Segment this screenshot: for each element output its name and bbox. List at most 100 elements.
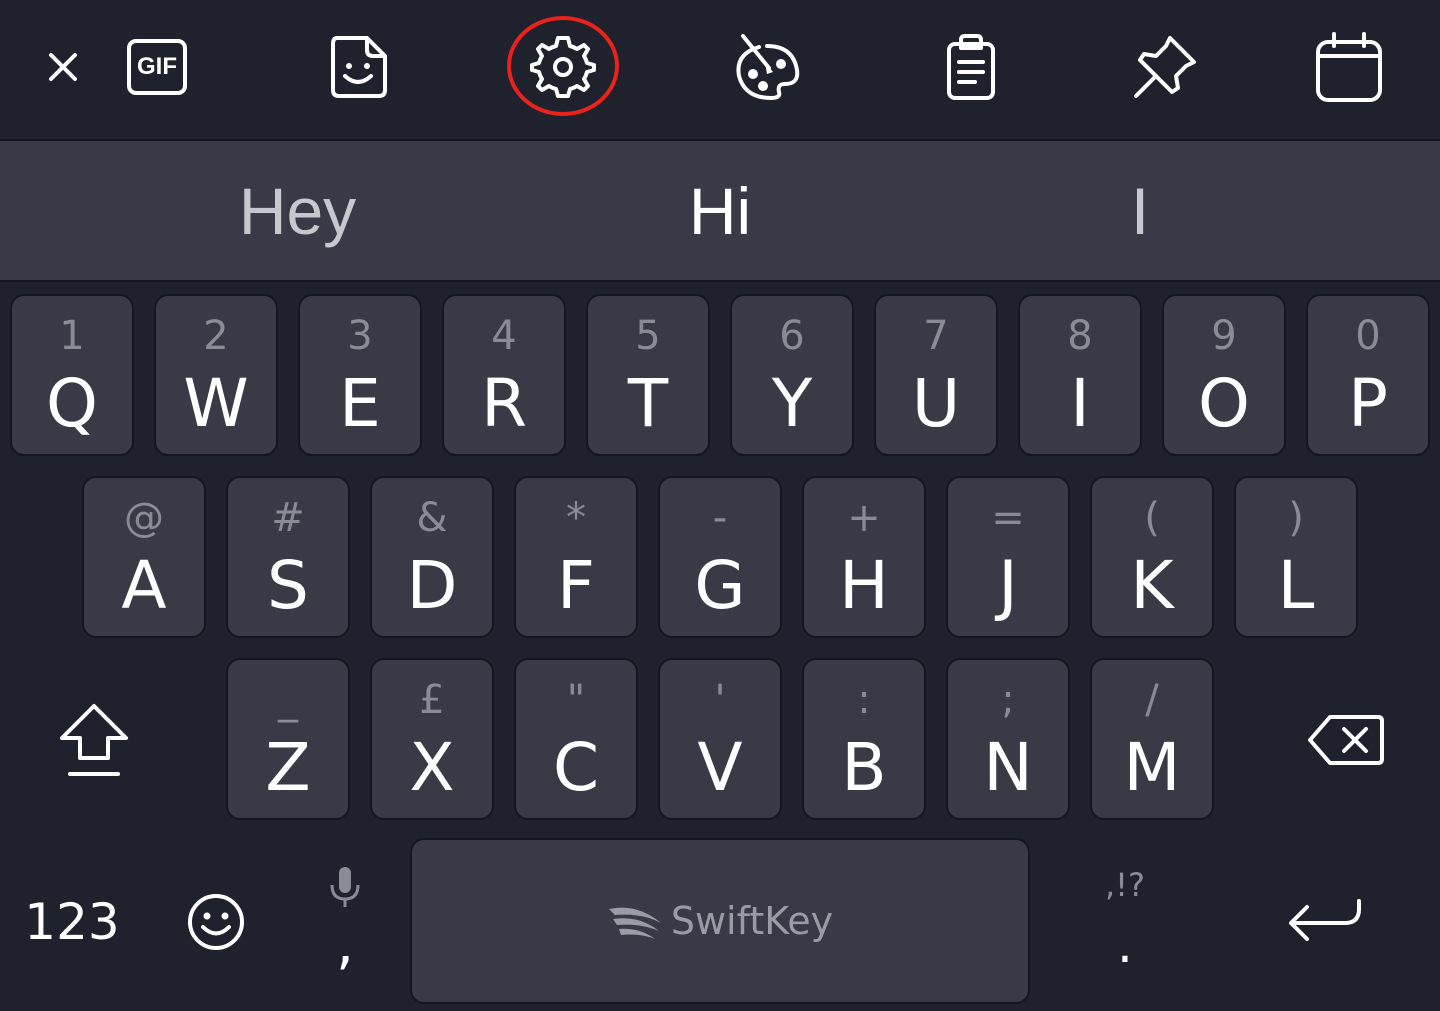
- key-hint: 2: [203, 313, 229, 359]
- key-hint: ": [566, 677, 586, 723]
- numbers-key[interactable]: 123: [10, 860, 134, 984]
- pin-icon: [1134, 36, 1196, 98]
- key-label: V: [697, 729, 743, 806]
- key-label: Y: [771, 365, 813, 442]
- key-n[interactable]: ; N: [946, 658, 1070, 820]
- key-hint: ): [1288, 495, 1304, 541]
- key-label: B: [841, 729, 887, 806]
- key-s[interactable]: # S: [226, 476, 350, 638]
- key-hint: @: [124, 495, 164, 541]
- key-label: A: [121, 547, 167, 624]
- key-z[interactable]: _ Z: [226, 658, 350, 820]
- key-label: P: [1348, 365, 1388, 442]
- key-r[interactable]: 4R: [442, 294, 566, 456]
- key-b[interactable]: :B: [802, 658, 926, 820]
- key-f[interactable]: * F: [514, 476, 638, 638]
- key-label: D: [406, 547, 458, 624]
- sticker-button[interactable]: [315, 22, 405, 112]
- emoji-key[interactable]: [166, 870, 266, 974]
- clipboard-button[interactable]: [926, 22, 1016, 112]
- key-j[interactable]: = J: [946, 476, 1070, 638]
- key-g[interactable]: -G: [658, 476, 782, 638]
- key-w[interactable]: 2W: [154, 294, 278, 456]
- enter-key[interactable]: [1270, 870, 1380, 970]
- key-label: O: [1198, 365, 1250, 442]
- key-hint: =: [991, 495, 1025, 541]
- comma-label: ,: [336, 912, 354, 977]
- gif-button[interactable]: GIF: [112, 22, 202, 112]
- comma-key[interactable]: ,: [300, 850, 390, 990]
- key-v[interactable]: ' V: [658, 658, 782, 820]
- key-label: C: [552, 729, 600, 806]
- calendar-button[interactable]: [1304, 22, 1394, 112]
- key-t[interactable]: 5T: [586, 294, 710, 456]
- key-hint: +: [847, 495, 881, 541]
- period-key[interactable]: ,!? .: [1070, 850, 1180, 990]
- key-hint: £: [419, 677, 445, 723]
- key-k[interactable]: (K: [1090, 476, 1214, 638]
- key-label: X: [409, 729, 455, 806]
- key-h[interactable]: + H: [802, 476, 926, 638]
- prediction-bar: Hey Hi I: [0, 141, 1440, 282]
- backspace-key[interactable]: [1296, 700, 1396, 780]
- close-button[interactable]: [18, 22, 108, 112]
- key-hint: ;: [1001, 677, 1015, 723]
- space-brand-label: SwiftKey: [670, 899, 834, 943]
- key-m[interactable]: / M: [1090, 658, 1214, 820]
- prediction-center[interactable]: Hi: [420, 141, 1020, 280]
- key-label: G: [694, 547, 746, 624]
- period-label: .: [1117, 916, 1133, 974]
- key-q[interactable]: 1Q: [10, 294, 134, 456]
- key-d[interactable]: & D: [370, 476, 494, 638]
- numbers-label: 123: [24, 893, 120, 951]
- key-hint: 1: [59, 313, 85, 359]
- theme-button[interactable]: [722, 22, 812, 112]
- key-o[interactable]: 9O: [1162, 294, 1286, 456]
- key-x[interactable]: £ X: [370, 658, 494, 820]
- key-label: T: [627, 365, 669, 442]
- key-p[interactable]: 0P: [1306, 294, 1430, 456]
- settings-button[interactable]: [518, 22, 608, 112]
- key-hint: ': [714, 677, 726, 723]
- key-c[interactable]: " C: [514, 658, 638, 820]
- backspace-icon: [1308, 715, 1384, 765]
- key-label: N: [983, 729, 1033, 806]
- key-hint: *: [566, 495, 586, 541]
- key-label: S: [267, 547, 309, 624]
- key-hint: 3: [347, 313, 373, 359]
- key-label: W: [183, 365, 249, 442]
- pin-button[interactable]: [1120, 22, 1210, 112]
- key-label: K: [1130, 547, 1174, 624]
- key-hint: 0: [1355, 313, 1381, 359]
- key-hint: 6: [779, 313, 805, 359]
- key-l[interactable]: ) L: [1234, 476, 1358, 638]
- gif-label: GIF: [137, 53, 177, 80]
- prediction-right[interactable]: I: [1040, 141, 1240, 280]
- key-hint: :: [857, 677, 871, 723]
- key-hint: /: [1145, 677, 1159, 723]
- key-label: L: [1277, 547, 1315, 624]
- key-hint: _: [278, 677, 298, 723]
- close-icon: [49, 53, 77, 81]
- key-u[interactable]: 7U: [874, 294, 998, 456]
- key-e[interactable]: 3E: [298, 294, 422, 456]
- key-label: M: [1123, 729, 1181, 806]
- punctuation-hint: ,!?: [1105, 866, 1145, 904]
- calendar-icon: [1316, 32, 1382, 102]
- key-y[interactable]: 6Y: [730, 294, 854, 456]
- smiley-icon: [188, 894, 244, 950]
- key-label: U: [911, 365, 961, 442]
- gif-icon: GIF: [127, 39, 187, 95]
- shift-key[interactable]: [48, 690, 140, 790]
- key-label: H: [839, 547, 889, 624]
- space-key[interactable]: SwiftKey: [410, 838, 1030, 1004]
- clipboard-icon: [947, 34, 995, 100]
- key-label: J: [998, 547, 1018, 624]
- gear-icon: [530, 36, 596, 98]
- key-i[interactable]: 8I: [1018, 294, 1142, 456]
- key-a[interactable]: @ A: [82, 476, 206, 638]
- palette-icon: [736, 34, 800, 101]
- key-hint: 5: [635, 313, 661, 359]
- key-label: Q: [46, 365, 98, 442]
- key-hint: 9: [1211, 313, 1237, 359]
